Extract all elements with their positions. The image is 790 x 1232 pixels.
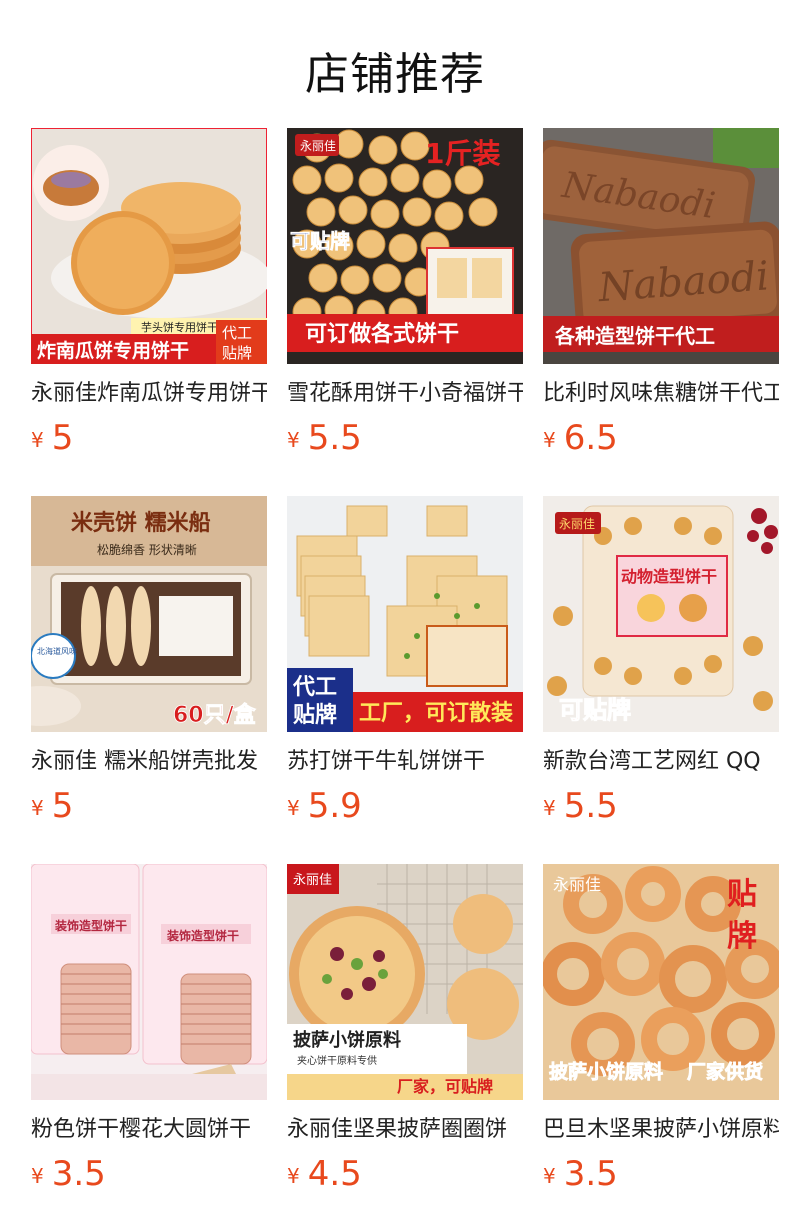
price-value: 5: [51, 418, 74, 458]
image-text: 可贴牌: [290, 229, 350, 253]
image-text: 动物造型饼干: [621, 567, 717, 586]
product-card[interactable]: 装饰造型饼干 装饰造型饼干 粉色饼干樱花大圆饼干 ¥3.5: [31, 864, 267, 1232]
image-text: 芋头饼专用饼干: [141, 320, 218, 334]
image-text: 永丽佳: [293, 873, 332, 888]
image-text: 可订做各式饼干: [305, 321, 459, 347]
currency-symbol: ¥: [31, 796, 44, 820]
currency-symbol: ¥: [31, 1164, 44, 1188]
image-text: 贴: [727, 877, 757, 912]
product-name[interactable]: 永丽佳 糯米船饼壳批发: [31, 746, 267, 778]
image-text: 贴牌: [293, 702, 337, 728]
currency-symbol: ¥: [287, 1164, 300, 1188]
product-card[interactable]: 永丽佳 披萨小饼原料 夹心饼干原料专供 厂家，可贴牌 永丽佳坚果披萨圈圈饼 ¥4…: [287, 864, 523, 1232]
image-text: 松脆绵香 形状清晰: [97, 542, 197, 557]
image-text: 披萨小饼原料: [549, 1060, 663, 1083]
page: 店铺推荐 芋头饼专用饼干 炸南瓜饼专用饼干 代工 贴牌 永丽佳炸南瓜饼专用饼干 …: [0, 0, 790, 1232]
currency-symbol: ¥: [287, 428, 300, 452]
product-price: ¥5: [31, 786, 267, 826]
image-text: 装饰造型饼干: [54, 918, 127, 933]
currency-symbol: ¥: [31, 428, 44, 452]
product-name[interactable]: 新款台湾工艺网红 QQ: [543, 746, 779, 778]
product-image[interactable]: 芋头饼专用饼干 炸南瓜饼专用饼干 代工 贴牌: [31, 128, 267, 364]
product-name[interactable]: 比利时风味焦糖饼干代工: [543, 378, 779, 410]
product-grid: 芋头饼专用饼干 炸南瓜饼专用饼干 代工 贴牌 永丽佳炸南瓜饼专用饼干 ¥5 永丽…: [31, 128, 790, 1232]
product-price: ¥6.5: [543, 418, 779, 458]
product-image[interactable]: 装饰造型饼干 装饰造型饼干: [31, 864, 267, 1100]
product-image[interactable]: 永丽佳 1斤装 可贴牌 可订做各式饼干: [287, 128, 523, 364]
price-value: 3.5: [51, 1154, 106, 1194]
image-text: 各种造型饼干代工: [554, 324, 715, 348]
product-name[interactable]: 雪花酥用饼干小奇福饼干: [287, 378, 523, 410]
image-text: 牌: [727, 919, 757, 954]
price-value: 5.9: [307, 786, 362, 826]
price-value: 5: [51, 786, 74, 826]
product-price: ¥5: [31, 418, 267, 458]
price-value: 5.5: [307, 418, 362, 458]
image-text: 装饰造型饼干: [166, 928, 239, 943]
image-text: 厂家，可贴牌: [397, 1077, 493, 1096]
product-card[interactable]: 代工 贴牌 工厂，可订散装 苏打饼干牛轧饼饼干 ¥5.9: [287, 496, 523, 864]
product-image[interactable]: Nabaodi Nabaodi 各种造型饼干代工: [543, 128, 779, 364]
image-text: 可贴牌: [559, 696, 631, 724]
image-text: 厂家供货: [687, 1060, 763, 1083]
product-card[interactable]: 永丽佳 1斤装 可贴牌 可订做各式饼干 雪花酥用饼干小奇福饼干 ¥5.5: [287, 128, 523, 496]
image-text: 永丽佳: [559, 517, 595, 531]
product-card[interactable]: 动物造型饼干 永丽佳 可贴牌 新款台湾工艺网红 QQ ¥5.5: [543, 496, 779, 864]
product-name[interactable]: 巴旦木坚果披萨小饼原料: [543, 1114, 779, 1146]
product-name[interactable]: 苏打饼干牛轧饼饼干: [287, 746, 523, 778]
product-image[interactable]: 永丽佳 披萨小饼原料 夹心饼干原料专供 厂家，可贴牌: [287, 864, 523, 1100]
product-name[interactable]: 粉色饼干樱花大圆饼干: [31, 1114, 267, 1146]
product-price: ¥5.5: [287, 418, 523, 458]
page-title: 店铺推荐: [305, 49, 485, 100]
product-price: ¥5.9: [287, 786, 523, 826]
product-card[interactable]: Nabaodi Nabaodi 各种造型饼干代工 比利时风味焦糖饼干代工 ¥6.…: [543, 128, 779, 496]
price-value: 6.5: [563, 418, 618, 458]
product-image[interactable]: 米壳饼 糯米船 松脆绵香 形状清晰 北海道风味 60只/盒: [31, 496, 267, 732]
image-text: 披萨小饼原料: [293, 1029, 401, 1051]
product-name[interactable]: 永丽佳炸南瓜饼专用饼干: [31, 378, 267, 410]
product-price: ¥3.5: [31, 1154, 267, 1194]
product-price: ¥4.5: [287, 1154, 523, 1194]
currency-symbol: ¥: [543, 428, 556, 452]
image-text: 永丽佳: [300, 139, 336, 153]
product-image[interactable]: 动物造型饼干 永丽佳 可贴牌: [543, 496, 779, 732]
price-value: 3.5: [563, 1154, 618, 1194]
image-text: 工厂，可订散装: [359, 701, 513, 726]
image-text: 炸南瓜饼专用饼干: [37, 339, 189, 362]
product-card[interactable]: 米壳饼 糯米船 松脆绵香 形状清晰 北海道风味 60只/盒 永丽佳 糯米船饼壳批…: [31, 496, 267, 864]
image-text: 贴牌: [222, 344, 252, 362]
currency-symbol: ¥: [543, 796, 556, 820]
image-text: 米壳饼 糯米船: [71, 510, 211, 536]
product-name[interactable]: 永丽佳坚果披萨圈圈饼: [287, 1114, 523, 1146]
product-price: ¥3.5: [543, 1154, 779, 1194]
image-text: 永丽佳: [553, 875, 601, 894]
currency-symbol: ¥: [287, 796, 300, 820]
image-text: 代工: [222, 324, 252, 342]
image-text: 夹心饼干原料专供: [297, 1054, 377, 1067]
image-text: 代工: [292, 675, 337, 700]
product-image[interactable]: 代工 贴牌 工厂，可订散装: [287, 496, 523, 732]
product-card[interactable]: 永丽佳 贴 牌 披萨小饼原料 厂家供货 巴旦木坚果披萨小饼原料 ¥3.5: [543, 864, 779, 1232]
image-text: 60只/盒: [173, 702, 257, 728]
price-value: 5.5: [563, 786, 618, 826]
product-card[interactable]: 芋头饼专用饼干 炸南瓜饼专用饼干 代工 贴牌 永丽佳炸南瓜饼专用饼干 ¥5: [31, 128, 267, 496]
product-price: ¥5.5: [543, 786, 779, 826]
price-value: 4.5: [307, 1154, 362, 1194]
product-image[interactable]: 永丽佳 贴 牌 披萨小饼原料 厂家供货: [543, 864, 779, 1100]
image-text: 北海道风味: [37, 646, 77, 656]
image-text: 1斤装: [425, 137, 500, 170]
currency-symbol: ¥: [543, 1164, 556, 1188]
